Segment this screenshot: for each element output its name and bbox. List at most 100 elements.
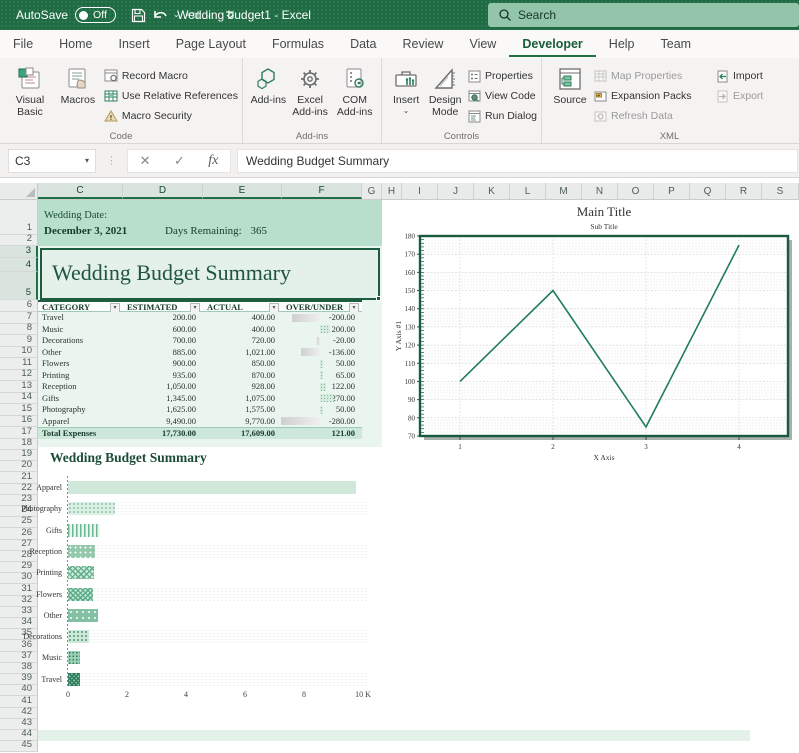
row-header-14[interactable]: 14 (0, 391, 38, 404)
table-total-row[interactable]: Total Expenses 17,730.00 17,609.00 121.00 (38, 427, 362, 439)
column-header-H[interactable]: H (382, 183, 402, 199)
row-header-9[interactable]: 9 (0, 334, 38, 347)
row-header-8[interactable]: 8 (0, 322, 38, 335)
row-header-21[interactable]: 21 (0, 471, 38, 484)
tab-home[interactable]: Home (46, 31, 105, 58)
import-button[interactable]: Import (716, 68, 778, 84)
bar-photography[interactable] (68, 502, 115, 516)
column-header-E[interactable]: E (203, 183, 282, 199)
table-row[interactable]: Gifts 1,345.00 1,075.00 270.00 (38, 392, 362, 404)
table-row[interactable]: Reception 1,050.00 928.00 122.00 (38, 381, 362, 393)
tab-data[interactable]: Data (337, 31, 389, 58)
column-header-L[interactable]: L (510, 183, 546, 199)
column-header-P[interactable]: P (654, 183, 690, 199)
macro-security-button[interactable]: Macro Security (103, 108, 238, 124)
column-header-J[interactable]: J (438, 183, 474, 199)
row-header-45[interactable]: 45 (0, 739, 38, 753)
row-header-18[interactable]: 18 (0, 437, 38, 450)
row-header-44[interactable]: 44 (0, 728, 38, 742)
visual-basic-button[interactable]: Visual Basic (6, 62, 54, 118)
row-header-7[interactable]: 7 (0, 311, 38, 324)
enter-icon[interactable]: ✓ (174, 153, 185, 169)
table-row[interactable]: Travel 200.00 400.00 -200.00 (38, 312, 362, 324)
addins-button[interactable]: Add-ins (249, 62, 288, 106)
bar-reception[interactable] (68, 544, 96, 558)
column-header-D[interactable]: D (123, 183, 203, 199)
row-header-38[interactable]: 38 (0, 661, 38, 674)
tab-review[interactable]: Review (389, 31, 456, 58)
name-box-dropdown-icon[interactable]: ▾ (85, 156, 89, 164)
formula-bar-splitter[interactable]: ⋮ (106, 154, 117, 167)
row-header-6[interactable]: 6 (0, 299, 38, 312)
table-row[interactable]: Photography 1,625.00 1,575.00 50.00 (38, 404, 362, 416)
bar-decorations[interactable] (68, 630, 90, 644)
highlighted-row-band[interactable] (38, 730, 750, 741)
view-code-button[interactable]: View Code (468, 88, 537, 104)
tab-page-layout[interactable]: Page Layout (163, 31, 259, 58)
table-row[interactable]: Decorations 700.00 720.00 -20.00 (38, 335, 362, 347)
tab-view[interactable]: View (456, 31, 509, 58)
tab-insert[interactable]: Insert (106, 31, 163, 58)
row-header-41[interactable]: 41 (0, 695, 38, 708)
column-header-Q[interactable]: Q (690, 183, 726, 199)
column-header-C[interactable]: C (38, 183, 123, 199)
column-header-M[interactable]: M (546, 183, 582, 199)
cancel-icon[interactable]: ✕ (140, 153, 151, 169)
column-header-S[interactable]: S (762, 183, 799, 199)
bar-flowers[interactable] (68, 587, 94, 601)
selected-title-cell[interactable]: Wedding Budget Summary (40, 248, 381, 301)
row-header-16[interactable]: 16 (0, 414, 38, 427)
row-header-17[interactable]: 17 (0, 426, 38, 439)
table-row[interactable]: Music 600.00 400.00 200.00 (38, 323, 362, 335)
insert-control-button[interactable]: Insert ⌄ (388, 62, 424, 115)
bar-music[interactable] (68, 651, 80, 665)
use-relative-references-button[interactable]: Use Relative References (104, 88, 238, 104)
fill-handle[interactable] (376, 296, 381, 301)
row-header-2[interactable]: 2 (0, 233, 38, 246)
tab-file[interactable]: File (0, 31, 46, 58)
design-mode-button[interactable]: Design Mode (424, 62, 466, 118)
table-row[interactable]: Flowers 900.00 850.00 50.00 (38, 358, 362, 370)
column-header-G[interactable]: G (362, 183, 382, 199)
record-macro-button[interactable]: Record Macro (104, 68, 238, 84)
table-row[interactable]: Apparel 9,490.00 9,770.00 -280.00 (38, 415, 362, 427)
row-header-1[interactable]: 1 (0, 200, 38, 235)
column-header-F[interactable]: F (282, 183, 362, 199)
row-header-19[interactable]: 19 (0, 448, 38, 462)
formula-content[interactable]: Wedding Budget Summary (237, 148, 798, 173)
row-header-15[interactable]: 15 (0, 403, 38, 416)
bar-other[interactable] (68, 608, 99, 622)
column-header-K[interactable]: K (474, 183, 510, 199)
filter-dropdown-icon[interactable]: ▾ (190, 302, 200, 313)
macros-button[interactable]: Macros (54, 62, 102, 106)
column-header-R[interactable]: R (726, 183, 762, 199)
bar-travel[interactable] (68, 672, 80, 686)
row-header-10[interactable]: 10 (0, 345, 38, 358)
column-header-O[interactable]: O (618, 183, 654, 199)
expansion-packs-button[interactable]: Expansion Packs (594, 88, 714, 104)
name-box[interactable]: C3 ▾ (8, 148, 96, 173)
search-box[interactable]: Search (488, 3, 799, 27)
source-button[interactable]: Source (548, 62, 592, 106)
run-dialog-button[interactable]: Run Dialog (468, 108, 537, 124)
row-header-13[interactable]: 13 (0, 380, 38, 393)
row-header-5[interactable]: 5 (0, 272, 38, 300)
row-header-20[interactable]: 20 (0, 459, 38, 473)
properties-button[interactable]: Properties (468, 68, 537, 84)
excel-addins-button[interactable]: Excel Add-ins (288, 62, 333, 118)
row-header-43[interactable]: 43 (0, 717, 38, 730)
column-header-N[interactable]: N (582, 183, 618, 199)
com-addins-button[interactable]: COM Add-ins (332, 62, 377, 118)
row-header-12[interactable]: 12 (0, 368, 38, 381)
row-header-4[interactable]: 4 (0, 258, 38, 272)
row-header-42[interactable]: 42 (0, 706, 38, 719)
filter-dropdown-icon[interactable]: ▾ (349, 302, 359, 313)
filter-dropdown-icon[interactable]: ▾ (110, 302, 120, 313)
bar-printing[interactable] (68, 566, 94, 580)
bar-apparel[interactable] (68, 481, 357, 494)
row-header-3[interactable]: 3 (0, 245, 38, 258)
row-header-11[interactable]: 11 (0, 357, 38, 370)
filter-dropdown-icon[interactable]: ▾ (269, 302, 279, 313)
table-row[interactable]: Printing 935.00 870.00 65.00 (38, 369, 362, 381)
row-header-40[interactable]: 40 (0, 683, 38, 697)
